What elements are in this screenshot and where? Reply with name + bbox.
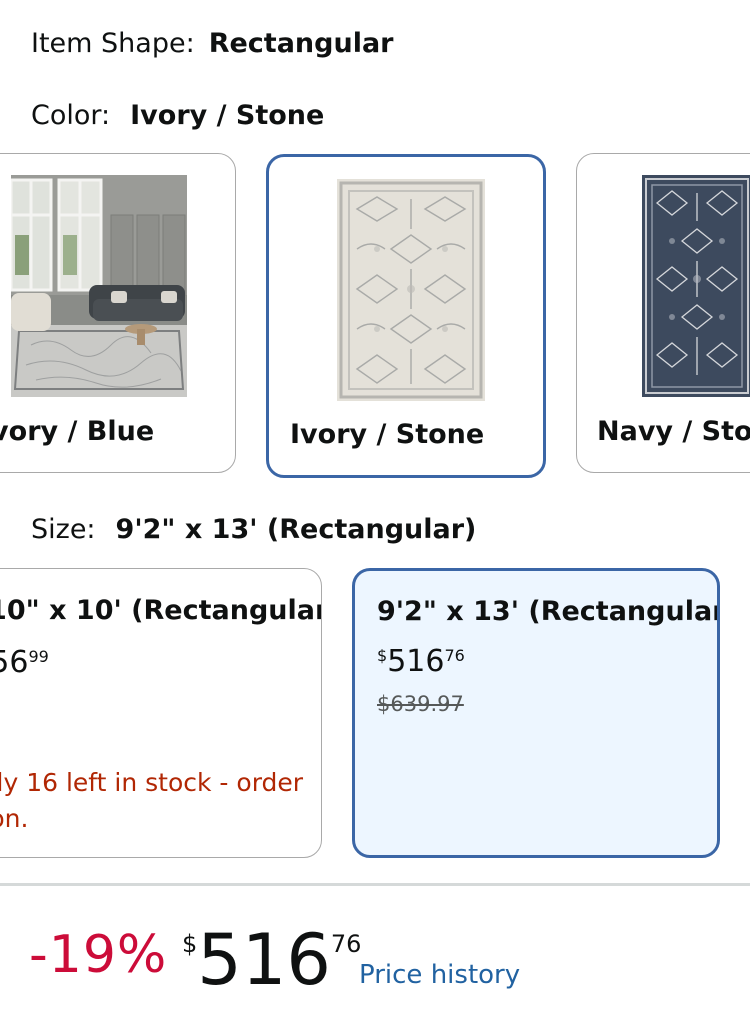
low-stock-line: Only 16 left in stock - order: [0, 768, 304, 797]
rug-ivory-stone-image: [337, 179, 485, 401]
list-price-strikethrough: $639.97: [377, 692, 464, 716]
low-stock-line: soon.: [0, 804, 29, 833]
current-price: $51676: [182, 918, 361, 1002]
discount-percentage: -19%: [29, 925, 168, 985]
low-stock-message: Only 16 left in stock - order soon.: [0, 765, 303, 837]
price-fraction: 76: [444, 646, 465, 665]
price-whole: 516: [197, 919, 331, 1001]
price-fraction: 76: [330, 930, 362, 958]
color-row: Color: Ivory / Stone: [31, 100, 324, 131]
size-option-9-2-x-13[interactable]: 9'2" x 13' (Rectangular) $51676 $639.97: [352, 568, 720, 858]
size-value: 9'2" x 13' (Rectangular): [115, 514, 477, 545]
swatch-label: Navy / Stone: [597, 416, 750, 447]
price-whole: 516: [387, 644, 445, 679]
size-option-name: 9'2" x 13' (Rectangular): [377, 596, 720, 627]
item-shape-row: Item Shape: Rectangular: [31, 28, 393, 59]
size-option-name: 7'10" x 10' (Rectangular): [0, 595, 322, 626]
color-swatch-navy-stone[interactable]: Navy / Stone: [576, 153, 750, 473]
product-variation-panel: Item Shape: Rectangular Color: Ivory / Sto…: [0, 0, 750, 1016]
item-shape-label: Item Shape:: [31, 28, 195, 59]
price-history-link[interactable]: Price history: [359, 960, 520, 990]
price-whole: 356: [0, 645, 29, 680]
size-option-7-10-x-10[interactable]: 7'10" x 10' (Rectangular) $35699 Only 16…: [0, 568, 322, 858]
size-option-price: $35699: [0, 645, 49, 680]
section-divider: [0, 883, 750, 886]
color-swatch-ivory-stone[interactable]: Ivory / Stone: [266, 154, 546, 478]
rug-navy-stone-image: [642, 175, 750, 397]
swatch-label: Ivory / Blue: [0, 416, 155, 447]
size-label: Size:: [31, 514, 96, 545]
price-fraction: 99: [28, 647, 49, 666]
size-option-price: $51676: [377, 644, 465, 679]
color-label: Color:: [31, 100, 111, 131]
item-shape-value: Rectangular: [208, 28, 394, 59]
rug-room-scene-image: [11, 175, 187, 397]
swatch-label: Ivory / Stone: [290, 419, 485, 450]
color-swatch-ivory-blue[interactable]: Ivory / Blue: [0, 153, 236, 473]
price-currency-symbol: $: [182, 930, 198, 958]
color-value: Ivory / Stone: [130, 100, 325, 131]
price-currency-symbol: $: [377, 646, 388, 665]
size-row: Size: 9'2" x 13' (Rectangular): [31, 514, 476, 545]
